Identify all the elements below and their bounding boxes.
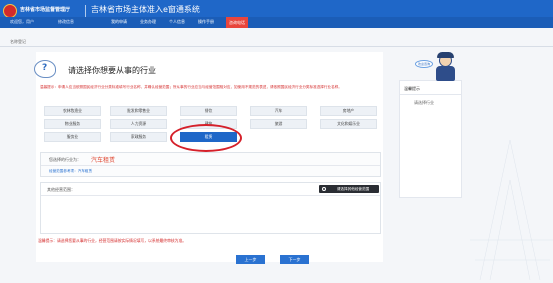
next-button[interactable]: 下一步 [280,255,309,264]
industry-housekeeping[interactable]: 家政服务 [110,132,167,142]
other-scope-label: 其他经营范围： [47,187,75,192]
divider [41,195,380,196]
search-icon [322,187,326,191]
mascot-cap [437,52,454,58]
tips-header: 温馨提示 [404,86,420,91]
industry-tourism[interactable]: 旅游 [250,119,307,129]
choose-scope-label: 请选择其他经营范围 [336,187,370,191]
mascot-body [436,66,455,81]
selected-industry-box: 您选择的行业为： 汽车租赁 经营范围参考项：汽车租赁 [40,152,381,177]
agency-name: 吉林省市场监督管理厅 [20,7,71,13]
change-info-link[interactable]: 修改信息 [58,19,74,25]
nav-my-applications[interactable]: 我的申请 [111,19,127,25]
selected-industry-value: 汽车租赁 [91,157,116,164]
industry-catering[interactable]: 餐饮 [180,106,237,116]
nav-hotline[interactable]: 咨询电话 [226,17,248,28]
police-mascot: 欢迎咨询 [415,52,465,82]
scope-reference-link[interactable]: 经营范围参考项：汽车租赁 [49,169,92,174]
mascot-bubble: 欢迎咨询 [415,60,433,68]
nav-bar: 欢迎您，用户 修改信息 我的申请 业务办理 个人信息 操作手册 咨询电话 [0,17,553,28]
breadcrumb[interactable]: 名称登记 [10,39,26,45]
divider [41,165,380,166]
industry-property[interactable]: 物业服务 [44,119,101,129]
choose-scope-button[interactable]: 请选择其他经营范围 [319,185,379,193]
system-title: 吉林省市场主体准入e窗通系统 [91,5,200,14]
prev-button[interactable]: 上一步 [236,255,265,264]
user-greeting[interactable]: 欢迎您，用户 [10,19,34,25]
emblem-icon [3,4,17,18]
nav-manual[interactable]: 操作手册 [198,19,214,25]
other-scope-box: 其他经营范围： 请选择其他经营范围 [40,182,381,234]
industry-real-estate[interactable]: 房地产 [320,106,377,116]
selected-industry-label: 您选择的行业为： [49,157,81,162]
industry-services[interactable]: 服务业 [44,132,101,142]
page-title: 请选择你想要从事的行业 [68,66,156,75]
industry-hr[interactable]: 人力资源 [110,119,167,129]
divider [400,94,461,95]
selection-highlight-ring [170,124,242,152]
industry-warning: 温馨提示：申请人应当依照国民经济行业分类标准填写行业名称，并确认经营范围；所从事… [40,85,342,89]
question-icon: ? [34,60,56,78]
tips-panel: 温馨提示 请选择行业 [399,80,462,198]
industry-wholesale[interactable]: 批发和零售业 [110,106,167,116]
divider [0,46,553,47]
tips-body: 请选择行业 [414,100,434,105]
nav-business[interactable]: 业务办理 [140,19,156,25]
bottom-warning: 温馨提示：请选择您要从事的行业，经营范围请按实际情况填写，以系统最终审核为准。 [38,238,187,243]
industry-automobile[interactable]: 汽车 [250,106,307,116]
nav-personal-info[interactable]: 个人信息 [169,19,185,25]
industry-agriculture[interactable]: 农林牧渔业 [44,106,101,116]
background-decoration [470,120,553,283]
industry-culture[interactable]: 文化和娱乐业 [320,119,377,129]
